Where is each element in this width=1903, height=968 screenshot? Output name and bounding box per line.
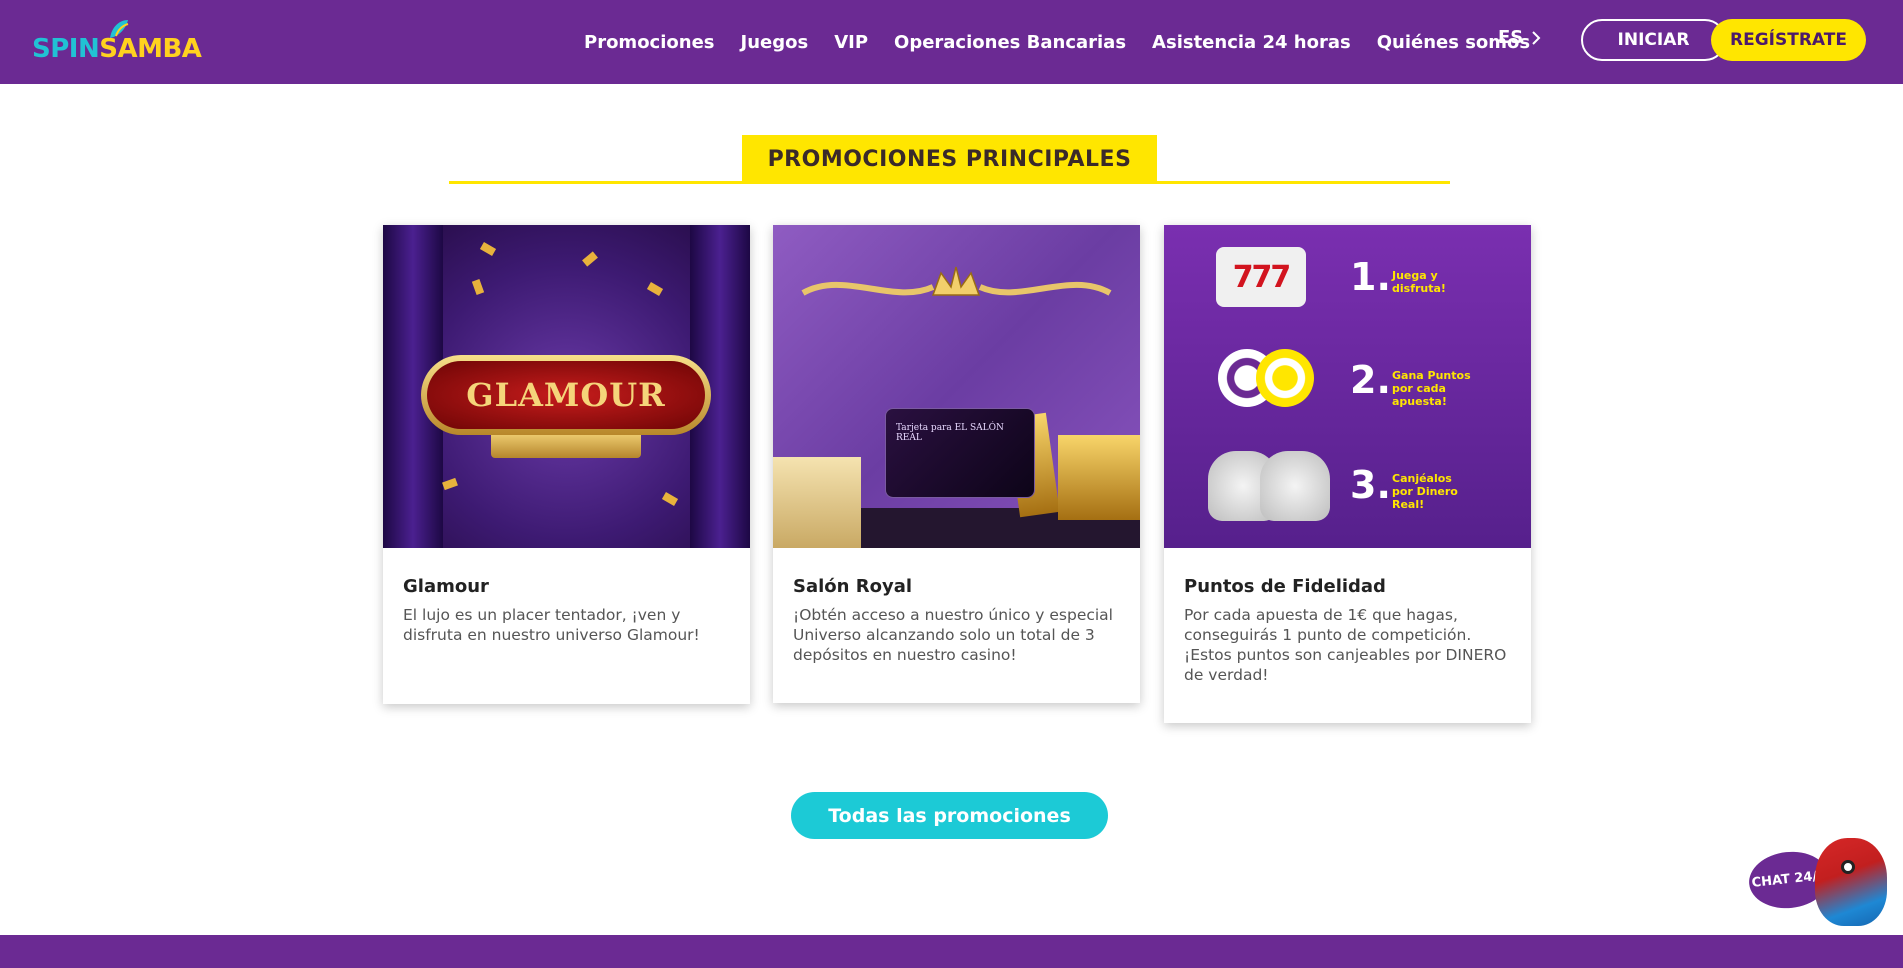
card-title: Glamour [403, 576, 489, 597]
nav-vip[interactable]: VIP [834, 32, 868, 53]
crown-ornament-icon [801, 266, 1112, 296]
vip-card: Tarjeta para EL SALÓN REAL [885, 408, 1035, 498]
step-text: Juega y disfruta! [1392, 269, 1446, 295]
gold-stack [1058, 435, 1140, 520]
nav-asistencia[interactable]: Asistencia 24 horas [1152, 32, 1351, 53]
casino-chip-icon [1256, 349, 1314, 407]
logo-samba: SAMBA [99, 34, 202, 64]
parrot-mascot-icon [1815, 838, 1887, 926]
logo-spin: SPIN [32, 34, 100, 64]
spinsamba-logo[interactable]: SPINSAMBA [32, 16, 202, 68]
parrot-eye [1841, 860, 1855, 874]
chevron-right-icon [1532, 30, 1541, 45]
nav-juegos[interactable]: Juegos [741, 32, 809, 53]
glamour-badge-inner: GLAMOUR [427, 361, 705, 429]
confetti [471, 279, 485, 295]
chat-widget[interactable]: CHAT 24/7 [1746, 838, 1899, 928]
section-title-text: PROMOCIONES PRINCIPALES [767, 146, 1132, 172]
promo-card-salon-royal[interactable]: Tarjeta para EL SALÓN REAL Salón Royal ¡… [773, 225, 1140, 703]
card-title: Salón Royal [793, 576, 913, 597]
confetti [582, 251, 598, 267]
promo-card-glamour[interactable]: GLAMOUR Glamour El lujo es un placer ten… [383, 225, 750, 704]
step-number: 2. [1350, 358, 1391, 402]
language-code: ES [1498, 27, 1524, 48]
promo-card-puntos-fidelidad[interactable]: 777 1. Juega y disfruta! 2. Gana Puntos … [1164, 225, 1531, 723]
confetti [661, 492, 679, 506]
confetti [442, 477, 458, 491]
card-body: Glamour El lujo es un placer tentador, ¡… [383, 548, 750, 679]
main-nav: Promociones Juegos VIP Operaciones Banca… [584, 0, 1556, 84]
card-description: Por cada apuesta de 1€ que hagas, conseg… [1184, 606, 1507, 684]
card-description: El lujo es un placer tentador, ¡ven y di… [403, 606, 700, 644]
gift-box [773, 457, 861, 548]
register-button[interactable]: REGÍSTRATE [1711, 19, 1866, 61]
salon-royal-promo-image[interactable]: Tarjeta para EL SALÓN REAL [773, 225, 1140, 548]
nav-promociones[interactable]: Promociones [584, 32, 715, 53]
login-button[interactable]: INICIAR [1581, 19, 1726, 61]
language-selector[interactable]: ES [1498, 27, 1541, 48]
glamour-badge: GLAMOUR [421, 355, 711, 435]
card-description: ¡Obtén acceso a nuestro único y especial… [793, 606, 1113, 664]
slot-machine-icon: 777 [1216, 247, 1306, 307]
card-title: Puntos de Fidelidad [1184, 576, 1386, 597]
glamour-badge-text: GLAMOUR [466, 376, 666, 414]
loyalty-points-promo-image[interactable]: 777 1. Juega y disfruta! 2. Gana Puntos … [1164, 225, 1531, 548]
nav-operaciones-bancarias[interactable]: Operaciones Bancarias [894, 32, 1126, 53]
step-number: 1. [1350, 255, 1391, 299]
logo-text: SPINSAMBA [32, 34, 202, 64]
section-title: PROMOCIONES PRINCIPALES [742, 135, 1157, 183]
all-promotions-button[interactable]: Todas las promociones [791, 792, 1108, 839]
step-number: 3. [1350, 463, 1391, 507]
step-text: Canjéalos por Dinero Real! [1392, 472, 1458, 511]
vip-card-text: Tarjeta para EL SALÓN REAL [896, 423, 1004, 443]
footer-bar [0, 935, 1903, 968]
glamour-promo-image[interactable]: GLAMOUR [383, 225, 750, 548]
card-body: Puntos de Fidelidad Por cada apuesta de … [1164, 548, 1531, 719]
confetti [479, 242, 497, 256]
step-text: Gana Puntos por cada apuesta! [1392, 369, 1471, 408]
card-body: Salón Royal ¡Obtén acceso a nuestro únic… [773, 548, 1140, 699]
confetti [646, 282, 664, 296]
money-bag-icon [1260, 451, 1330, 521]
top-navigation-bar: SPINSAMBA Promociones Juegos VIP Operaci… [0, 0, 1903, 84]
